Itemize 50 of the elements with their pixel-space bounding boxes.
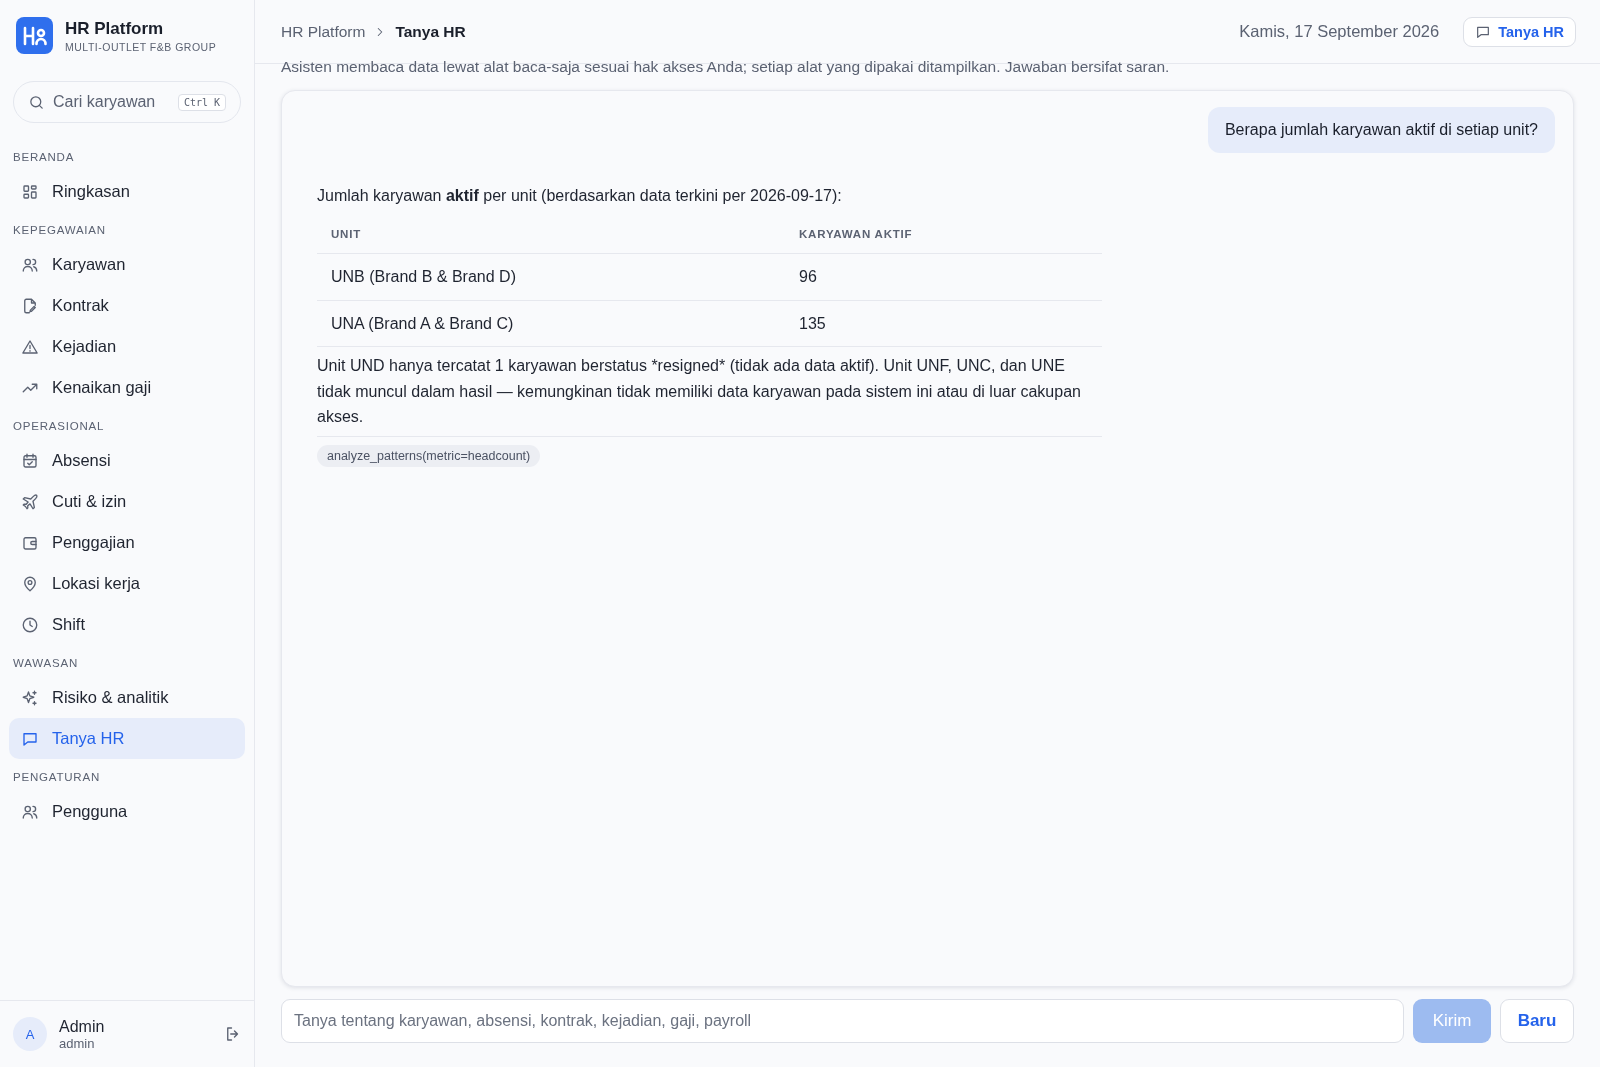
section-heading: PENGATURAN: [12, 770, 102, 785]
clock-icon: [21, 615, 39, 634]
sidebar-item[interactable]: Kontrak: [9, 285, 245, 326]
document-edit-icon: [21, 296, 39, 315]
new-chat-button[interactable]: Baru: [1500, 999, 1574, 1043]
table-cell: 135: [785, 300, 1102, 347]
breadcrumb-item[interactable]: HR Platform: [281, 22, 366, 41]
map-pin-icon: [21, 574, 39, 593]
table-cell: UNB (Brand B & Brand D): [317, 253, 785, 301]
tool-chip: analyze_patterns(metric=headcount): [317, 444, 541, 467]
section-heading: WAWASAN: [12, 656, 79, 671]
answer-note: Unit UND hanya tercatat 1 karyawan berstatus *resigned* (tidak ada data aktif). Unit UNF, UNC, dan UNE tidak muncul dalam hasil — kemungkinan tidak memiliki data karyawan pada sistem ini atau di luar cakupan akses.: [317, 353, 1102, 437]
sidebar-item[interactable]: Karyawan: [9, 244, 245, 285]
plane-icon: [21, 492, 39, 511]
section-heading: BERANDA: [12, 150, 76, 165]
sidebar-item[interactable]: Kejadian: [9, 326, 245, 367]
calendar-check-icon: [21, 451, 39, 470]
sidebar-item[interactable]: Ringkasan: [9, 171, 245, 212]
column-header: KARYAWAN AKTIF: [785, 216, 1102, 254]
brand-name: HR Platform: [65, 18, 165, 39]
user-message: Berapa jumlah karyawan aktif di setiap unit?: [1207, 107, 1555, 153]
sidebar-item[interactable]: Risiko & analitik: [9, 677, 245, 718]
table-cell: UNA (Brand A & Brand C): [317, 300, 785, 347]
sidebar-item[interactable]: Tanya HR: [9, 718, 245, 759]
logo-icon: [16, 17, 53, 54]
sidebar-item[interactable]: Lokasi kerja: [9, 563, 245, 604]
grid-icon: [21, 182, 39, 201]
date-text: Kamis, 17 September 2026: [1239, 22, 1440, 41]
column-header: UNIT: [317, 216, 785, 254]
user-role: admin: [59, 1035, 96, 1051]
user-name: Admin: [59, 1017, 106, 1036]
breadcrumb-item: Tanya HR: [395, 22, 466, 41]
section-heading: OPERASIONAL: [12, 419, 106, 434]
message-input[interactable]: Tanya tentang karyawan, absensi, kontrak, kejadian, gaji, payroll: [281, 999, 1404, 1043]
sidebar-item[interactable]: Pengguna: [9, 791, 245, 832]
sidebar-item[interactable]: Cuti & izin: [9, 481, 245, 522]
table-cell: 96: [785, 253, 1102, 301]
sparkles-icon: [21, 688, 39, 707]
brand-tagline: MULTI-OUTLET F&B GROUP: [65, 40, 217, 53]
sidebar-item[interactable]: Shift: [9, 604, 245, 645]
shortcut-hint: Ctrl K: [177, 93, 226, 111]
section-heading: KEPEGAWAIAN: [12, 223, 107, 238]
avatar: A: [13, 1017, 47, 1051]
sidebar-item[interactable]: Kenaikan gaji: [9, 367, 245, 408]
search-icon: [28, 93, 45, 111]
sidebar-item[interactable]: Penggajian: [9, 522, 245, 563]
answer-text: Jumlah karyawan aktif per unit (berdasarkan data terkini per 2026-09-17):: [317, 186, 843, 206]
sidebar-item[interactable]: Absensi: [9, 440, 245, 481]
page-subtitle: Asisten membaca data lewat alat baca-saja sesuai hak akses Anda; setiap alat yang dipakai ditampilkan. Jawaban bersifat saran.: [280, 58, 1171, 77]
ask-hr-button[interactable]: Tanya HR: [1463, 16, 1576, 47]
